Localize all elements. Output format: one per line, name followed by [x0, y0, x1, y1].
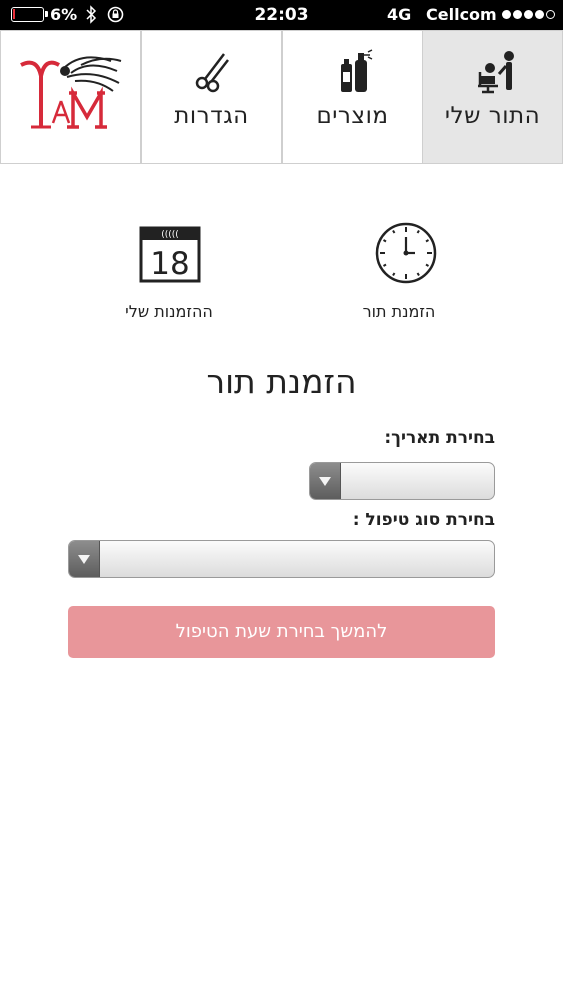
- ym-logo: [20, 56, 122, 129]
- calendar-icon[interactable]: ((((( 18: [139, 225, 201, 283]
- tab-my-appointment[interactable]: התור שלי: [422, 30, 563, 164]
- treatment-select[interactable]: [68, 540, 495, 578]
- carrier-name: Cellcom: [426, 5, 497, 24]
- tab-products-label: מוצרים: [316, 103, 389, 129]
- signal-strength-icon: [502, 10, 555, 21]
- treatment-label: בחירת סוג טיפול :: [352, 510, 495, 530]
- status-bar: 6% 22:03 4G Cellcom: [0, 0, 563, 30]
- tab-settings-label: הגדרות: [174, 103, 249, 129]
- date-select[interactable]: [309, 462, 495, 500]
- my-bookings-label[interactable]: ההזמנות שלי: [95, 302, 243, 321]
- logo-tab[interactable]: [0, 30, 141, 164]
- hair-products-icon: [341, 49, 373, 92]
- tab-my-appointment-label: התור שלי: [444, 103, 541, 129]
- calendar-rings: (((((: [161, 230, 179, 240]
- page-title: הזמנת תור: [206, 362, 357, 401]
- signal-dot: [502, 10, 511, 19]
- top-tab-bar: התור שלי מוצרים הגדרות: [0, 30, 563, 165]
- network-type: 4G: [387, 5, 412, 24]
- calendar-day: 18: [150, 246, 189, 282]
- signal-dot: [546, 10, 555, 19]
- signal-dot: [513, 10, 522, 19]
- haircut-chair-icon: [478, 51, 514, 94]
- clock-icon[interactable]: [375, 222, 437, 284]
- tab-products[interactable]: מוצרים: [282, 30, 423, 164]
- chevron-down-icon[interactable]: [310, 463, 341, 499]
- date-label: בחירת תאריך:: [384, 428, 495, 448]
- signal-dot: [524, 10, 533, 19]
- book-appointment-label[interactable]: הזמנת תור: [340, 302, 458, 321]
- continue-to-time-button[interactable]: להמשך בחירת שעת הטיפול: [68, 606, 495, 658]
- chevron-down-icon[interactable]: [69, 541, 100, 577]
- signal-dot: [535, 10, 544, 19]
- tab-settings[interactable]: הגדרות: [141, 30, 282, 164]
- scissors-icon: [195, 53, 229, 93]
